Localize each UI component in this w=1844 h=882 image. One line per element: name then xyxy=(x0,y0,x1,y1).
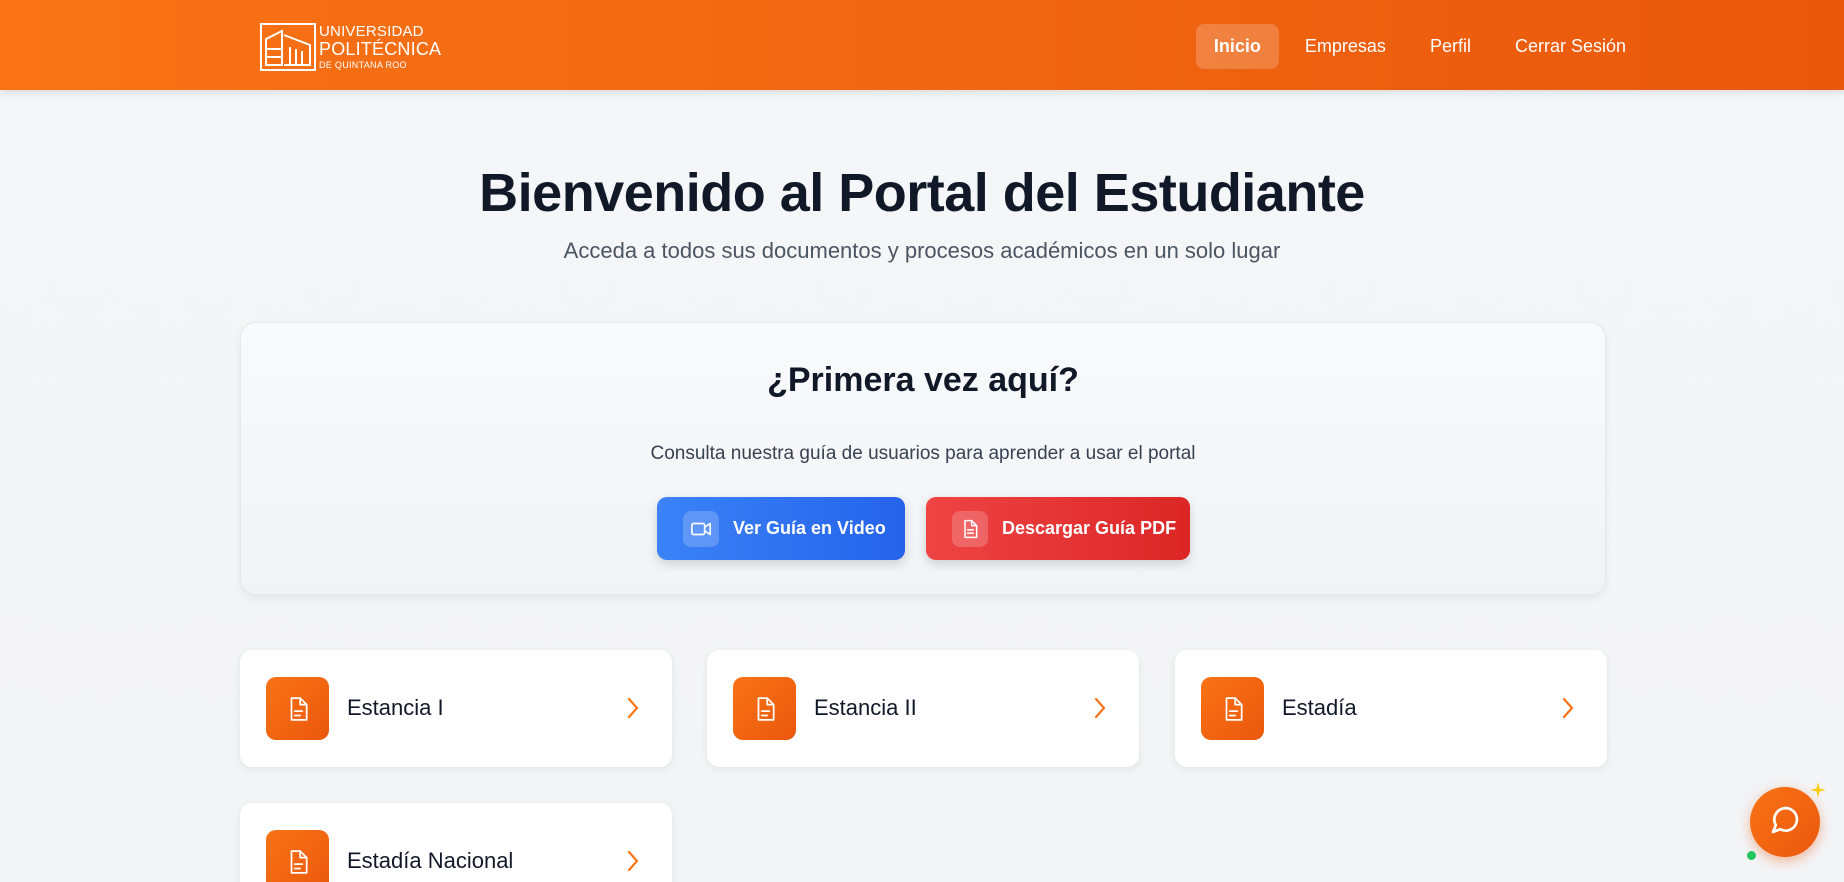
document-icon xyxy=(952,510,988,547)
document-icon xyxy=(266,830,329,882)
watch-video-guide-button[interactable]: Ver Guía en Video xyxy=(657,497,905,560)
top-navbar: UNIVERSIDAD POLITÉCNICA DE QUINTANA ROO … xyxy=(0,0,1844,90)
document-icon xyxy=(733,677,796,740)
building-logo-icon xyxy=(260,23,316,71)
guide-card-subtitle: Consulta nuestra guía de usuarios para a… xyxy=(650,443,1196,464)
module-label: Estadía Nacional xyxy=(347,848,514,873)
document-icon xyxy=(1201,677,1264,740)
module-card-estadia[interactable]: Estadía xyxy=(1175,650,1607,767)
module-card-estancia-1[interactable]: Estancia I xyxy=(240,650,672,767)
module-label: Estancia II xyxy=(814,695,917,720)
chevron-right-icon xyxy=(1091,695,1109,726)
page-subtitle: Acceda a todos sus documentos y procesos… xyxy=(563,238,1281,263)
university-logo[interactable]: UNIVERSIDAD POLITÉCNICA DE QUINTANA ROO xyxy=(260,22,441,72)
download-pdf-guide-label: Descargar Guía PDF xyxy=(1002,518,1177,538)
video-camera-icon xyxy=(683,510,719,547)
first-time-guide-card: ¿Primera vez aquí? Consulta nuestra guía… xyxy=(240,322,1606,595)
online-status-dot xyxy=(1747,851,1756,860)
module-card-estadia-nacional[interactable]: Estadía Nacional xyxy=(240,803,672,882)
nav-empresas[interactable]: Empresas xyxy=(1287,24,1404,69)
chevron-right-icon xyxy=(624,848,642,879)
logo-line-2: POLITÉCNICA xyxy=(319,38,442,59)
nav-perfil[interactable]: Perfil xyxy=(1412,24,1489,69)
module-label: Estancia I xyxy=(347,695,444,720)
module-card-estancia-2[interactable]: Estancia II xyxy=(707,650,1139,767)
chevron-right-icon xyxy=(624,695,642,726)
sparkle-icon xyxy=(1810,782,1826,803)
main-nav: Inicio Empresas Perfil Cerrar Sesión xyxy=(1195,24,1644,69)
guide-card-title: ¿Primera vez aquí? xyxy=(767,361,1079,399)
chat-bubble-icon xyxy=(1769,804,1801,841)
watch-video-guide-label: Ver Guía en Video xyxy=(733,518,886,538)
logo-line-1: UNIVERSIDAD xyxy=(319,22,424,40)
module-label: Estadía xyxy=(1282,695,1357,720)
document-icon xyxy=(266,677,329,740)
nav-cerrar-sesion[interactable]: Cerrar Sesión xyxy=(1497,24,1644,69)
logo-line-3: DE QUINTANA ROO xyxy=(319,59,407,70)
page-title: Bienvenido al Portal del Estudiante xyxy=(479,163,1365,223)
chevron-right-icon xyxy=(1559,695,1577,726)
download-pdf-guide-button[interactable]: Descargar Guía PDF xyxy=(926,497,1190,560)
nav-inicio[interactable]: Inicio xyxy=(1195,24,1279,69)
